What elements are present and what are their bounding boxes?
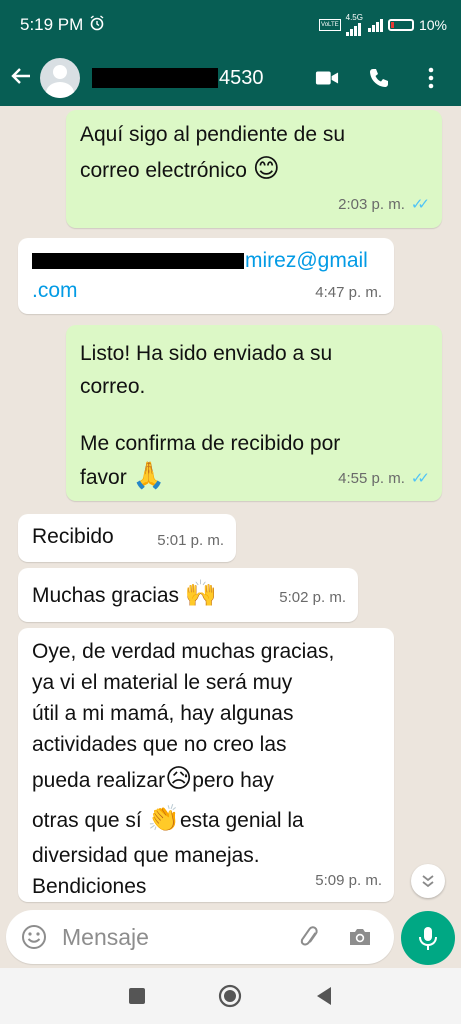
status-bar: 5:19 PM VoLTE 4.5G 10% [0,0,461,50]
message-text: ya vi el material le será muy [32,671,293,694]
message-time: 2:03 p. m. [338,196,405,213]
message-text: Me confirma de recibido por [80,432,341,455]
email-link-part[interactable]: mirez@gmail [245,249,368,272]
redaction-bar [92,68,218,88]
message-text: Recibido [32,525,114,548]
message-outgoing[interactable]: Aquí sigo al pendiente de su correo elec… [66,110,442,228]
attach-icon[interactable] [296,923,324,951]
signal-icon [345,22,361,36]
message-text: Listo! Ha sido enviado a su [80,342,333,365]
message-time: 5:01 p. m. [157,532,224,549]
message-time: 5:02 p. m. [279,589,346,606]
message-text: Aquí sigo al pendiente de su [80,123,346,146]
message-incoming[interactable]: Oye, de verdad muchas gracias, ya vi el … [18,628,394,902]
message-text: correo electrónico [80,159,247,182]
network-type: 4.5G [345,13,363,22]
message-outgoing[interactable]: Listo! Ha sido enviado a su correo. Me c… [66,325,442,501]
folded-hands-emoji: 🙏 [132,461,165,491]
raising-hands-emoji: 🙌 [184,579,218,609]
read-ticks-icon: ✓✓ [410,470,430,487]
redaction-bar [32,253,244,270]
message-time: 4:55 p. m. [338,470,405,487]
camera-icon[interactable] [346,923,374,951]
message-text: Oye, de verdad muchas gracias, [32,640,335,663]
scroll-to-bottom-button[interactable] [411,864,445,898]
message-text: pero hay [192,769,274,792]
message-time: 4:47 p. m. [315,284,382,301]
back-triangle-icon[interactable] [309,981,339,1011]
system-nav-bar [0,968,461,1024]
status-time: 5:19 PM [20,15,84,34]
message-incoming[interactable]: mirez@gmail .com 4:47 p. m. [18,238,394,314]
avatar[interactable] [40,58,80,98]
message-text: útil a mi mamá, hay algunas [32,702,294,725]
back-arrow-icon[interactable] [10,63,36,94]
volte-label: VoLTE [319,19,341,31]
message-incoming[interactable]: Muchas gracias 🙌 5:02 p. m. [18,568,358,622]
alarm-icon [89,14,105,36]
composer-pill [6,910,394,964]
message-incoming[interactable]: Recibido 5:01 p. m. [18,514,236,562]
message-time: 5:09 p. m. [315,872,382,889]
composer-bar [0,906,461,968]
message-text: Muchas gracias [32,584,180,607]
phone-icon[interactable] [367,66,391,90]
contact-name[interactable]: 4530 [92,67,315,90]
signal-icon-2 [367,18,383,32]
smiling-face-emoji: 😊 [252,154,280,184]
mic-icon [419,927,437,950]
home-circle-icon[interactable] [215,981,245,1011]
message-text: correo. [80,375,146,398]
emoji-icon[interactable] [20,923,48,951]
message-text: esta genial la [179,809,304,832]
read-ticks-icon: ✓✓ [410,196,430,213]
video-call-icon[interactable] [315,66,339,90]
message-text: favor [80,466,127,489]
more-options-icon[interactable] [419,66,443,90]
recents-square-icon[interactable] [122,981,152,1011]
message-text: actividades que no creo las [32,733,287,756]
message-text: otras que sí [32,809,142,832]
message-text: pueda realizar [32,769,166,792]
battery-percent: 10% [418,17,447,33]
chat-header: 4530 [0,50,461,106]
sad-relieved-face-emoji: 😥 [165,764,193,794]
battery-icon [387,19,414,31]
message-input[interactable] [62,923,282,951]
contact-number: 4530 [219,66,264,89]
chat-area[interactable]: Aquí sigo al pendiente de su correo elec… [0,106,461,906]
clapping-hands-emoji: 👏 [147,804,180,834]
double-chevron-down-icon [422,875,434,888]
mic-button[interactable] [401,911,455,965]
